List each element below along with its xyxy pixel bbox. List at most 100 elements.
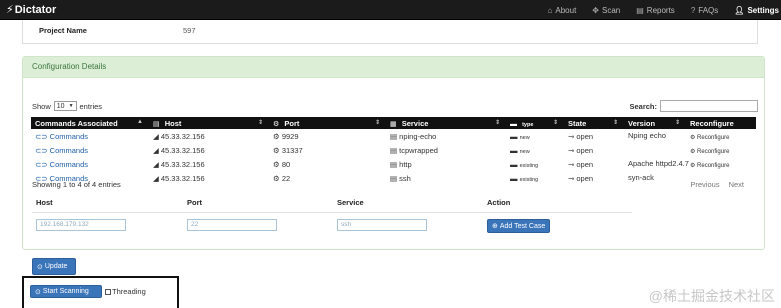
sort-icon: ▲ xyxy=(137,119,143,125)
nav-faqs[interactable]: ? FAQs xyxy=(691,6,718,15)
watermark: @稀土掘金技术社区 xyxy=(648,288,775,304)
version-cell xyxy=(624,143,686,157)
host-input[interactable]: 192.168.179.132 xyxy=(36,219,126,231)
service-value: nping-echo xyxy=(399,131,437,141)
state-value: open xyxy=(576,131,594,141)
brand-logo[interactable]: ⚡ Dictator xyxy=(6,3,57,17)
col-service[interactable]: ▦ Service ⇕ xyxy=(386,117,506,129)
threading-option[interactable]: Threading xyxy=(105,287,146,296)
sort-icon: ⇕ xyxy=(374,120,380,126)
commands-icon: ⊂⊃ xyxy=(35,131,50,141)
brand-name: Dictator xyxy=(14,3,57,16)
port-input[interactable]: 22 xyxy=(187,219,277,231)
search-input[interactable] xyxy=(660,100,758,112)
col-state-label: State xyxy=(568,118,587,128)
plus-circle-icon: ⊕ xyxy=(492,223,498,230)
next-button[interactable]: Next xyxy=(729,180,744,189)
form-divider xyxy=(32,212,632,213)
reconfigure-button[interactable]: ⚙ Reconfigure xyxy=(686,143,756,157)
form-host-label: Host xyxy=(36,198,53,207)
col-version[interactable]: Version ⇕ xyxy=(624,117,686,129)
version-cell: syn-ack xyxy=(628,173,654,182)
state-value: open xyxy=(576,159,594,169)
nav-reports-label: Reports xyxy=(646,5,675,15)
nav-links: ⌂ About ✥ Scan ▤ Reports ? FAQs 👤︎ Setti… xyxy=(532,0,781,20)
document-icon: ▤ xyxy=(390,131,400,141)
show-entries-control: Show 10 ▼ entries xyxy=(32,101,102,111)
host-value: 45.33.32.156 xyxy=(160,145,205,155)
gear-icon: ⚙ xyxy=(690,162,698,169)
refresh-icon: ⊙ xyxy=(37,263,43,271)
bolt-icon: ⚡ xyxy=(6,4,14,16)
col-host-label: Host xyxy=(164,118,182,128)
col-reconfigure-label: Reconfigure xyxy=(690,118,734,128)
project-name-label: Project Name xyxy=(39,26,87,35)
form-service-label: Service xyxy=(337,198,364,207)
gear-icon: ⚙ xyxy=(273,159,282,169)
version-cell: Apache httpd2.4.7 xyxy=(628,159,689,168)
state-value: open xyxy=(576,173,594,183)
gear-icon: ⚙ xyxy=(273,145,282,155)
commands-link[interactable]: ⊂⊃ Commands xyxy=(31,129,149,143)
col-type[interactable]: ▬ type ⇕ xyxy=(506,117,564,129)
service-input[interactable]: ssh xyxy=(337,219,427,231)
gear-icon: ⚙ xyxy=(273,131,282,141)
host-cell: ◢ 45.33.32.156 xyxy=(149,157,269,171)
commands-icon: ⊂⊃ xyxy=(35,159,50,169)
type-value: existing xyxy=(519,162,539,169)
entries-select[interactable]: 10 ▼ xyxy=(53,101,77,111)
col-state[interactable]: State ⇕ xyxy=(564,117,624,129)
col-port[interactable]: ⚙ Port ⇕ xyxy=(269,117,386,129)
nav-reports[interactable]: ▤ Reports xyxy=(636,6,675,15)
sort-icon: ⇕ xyxy=(257,120,263,126)
host-value: 45.33.32.156 xyxy=(160,159,205,169)
host-value: 45.33.32.156 xyxy=(160,173,205,183)
version-cell: Nping echo xyxy=(628,131,666,140)
type-icon: ▬ xyxy=(510,145,520,155)
reconfigure-button[interactable]: ⚙ Reconfigure xyxy=(686,157,756,171)
port-value: 9929 xyxy=(281,131,299,141)
form-port-label: Port xyxy=(187,198,202,207)
host-cell: ◢ 45.33.32.156 xyxy=(149,129,269,143)
col-commands-label: Commands Associated xyxy=(35,118,118,128)
col-service-label: Service xyxy=(401,118,429,128)
type-cell: ▬ new xyxy=(506,129,564,143)
port-cell: ⚙ 80 xyxy=(269,157,386,171)
commands-link[interactable]: ⊂⊃ Commands xyxy=(31,157,149,171)
start-scanning-label: Start Scanning xyxy=(42,288,89,295)
signal-icon: ◢ xyxy=(153,145,161,155)
host-cell: ◢ 45.33.32.156 xyxy=(149,143,269,157)
commands-link[interactable]: ⊂⊃ Commands xyxy=(31,143,149,157)
service-cell: ▤ tcpwrapped xyxy=(386,143,506,157)
reconfigure-label: Reconfigure xyxy=(697,162,730,169)
nav-about[interactable]: ⌂ About xyxy=(548,6,577,15)
pagination: Previous Next xyxy=(690,180,744,189)
panel-heading: Configuration Details xyxy=(23,57,764,78)
nav-scan[interactable]: ✥ Scan xyxy=(592,6,620,15)
start-scanning-button[interactable]: ⊙ Start Scanning xyxy=(30,285,102,298)
port-icon: ⚙ xyxy=(273,120,280,128)
play-circle-icon: ⊙ xyxy=(35,288,41,296)
signal-icon: ◢ xyxy=(153,159,161,169)
service-cell: ▤ ssh xyxy=(386,171,506,185)
add-test-case-button[interactable]: ⊕ Add Test Case xyxy=(487,219,551,233)
col-reconfigure[interactable]: Reconfigure xyxy=(686,117,756,129)
threading-checkbox[interactable] xyxy=(105,288,111,295)
reconfigure-button[interactable]: ⚙ Reconfigure xyxy=(686,129,756,143)
col-type-label: type xyxy=(522,121,534,128)
signal-icon: ◢ xyxy=(153,131,161,141)
type-icon: ▬ xyxy=(510,159,520,169)
update-button[interactable]: ⊙ Update xyxy=(32,258,76,275)
gear-icon: ⚙ xyxy=(690,148,698,155)
reconfigure-label: Reconfigure xyxy=(697,148,730,155)
gear-icon: ⚙ xyxy=(273,173,282,183)
previous-button[interactable]: Previous xyxy=(690,180,719,189)
home-icon: ⌂ xyxy=(547,5,553,15)
host-icon: ▤ xyxy=(153,120,160,128)
col-commands[interactable]: Commands Associated ▲ xyxy=(31,117,149,129)
state-cell: ⊸ open xyxy=(564,129,624,143)
search-label: Search: xyxy=(629,101,657,111)
nav-settings[interactable]: 👤︎ Settings xyxy=(734,6,779,15)
type-cell: ▬ existing xyxy=(506,157,564,171)
col-host[interactable]: ▤ Host ⇕ xyxy=(149,117,269,129)
